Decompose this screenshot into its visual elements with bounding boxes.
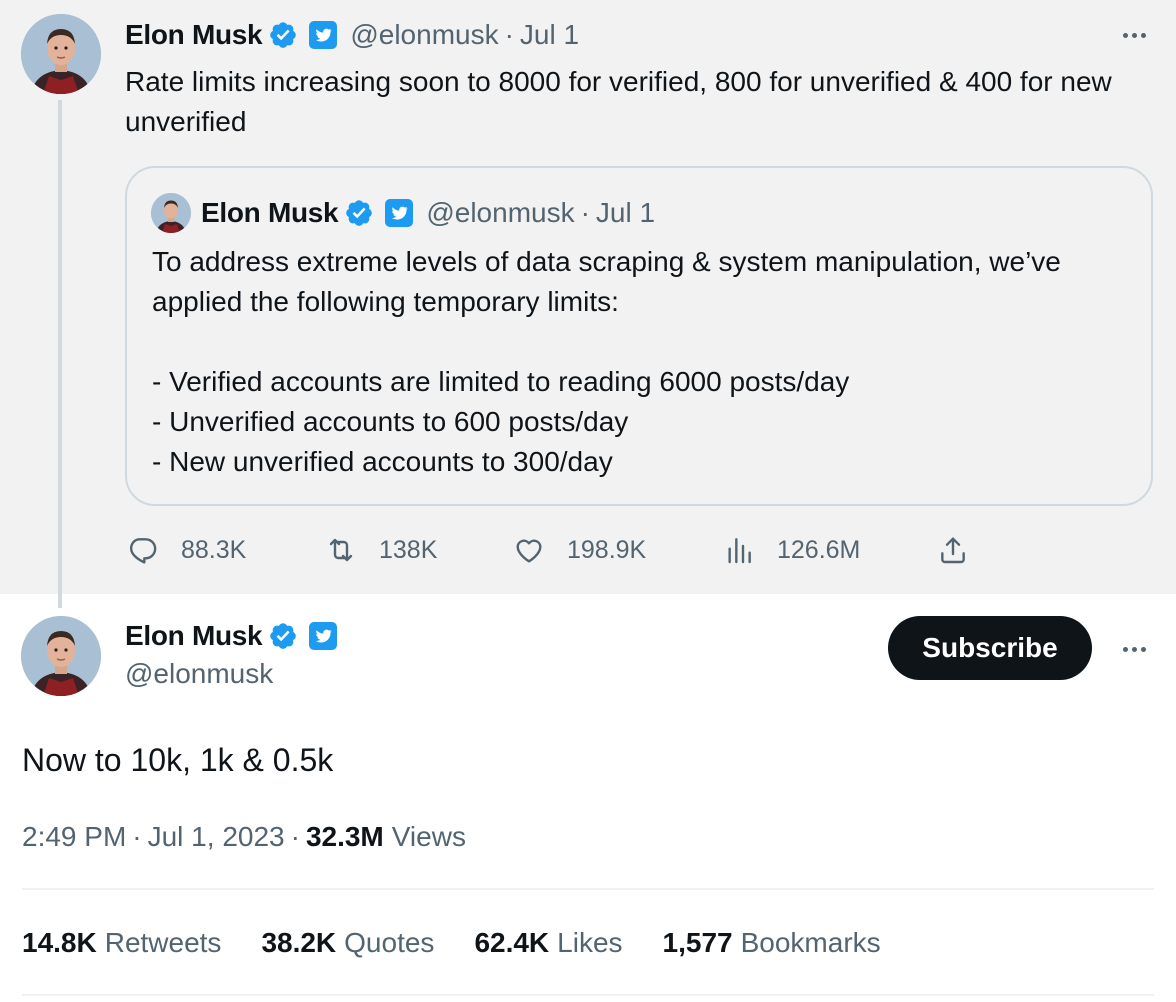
retweet-icon <box>329 538 353 562</box>
separator-dot: · <box>290 821 300 852</box>
like-count: 198.9K <box>567 535 647 564</box>
reply-button[interactable]: 88.3K <box>127 530 246 570</box>
twitter-square-icon <box>308 20 338 50</box>
main-tweet-text: Now to 10k, 1k & 0.5k <box>22 742 334 778</box>
tweet-header: Elon Musk @elonmusk · Jul 1 <box>125 16 579 54</box>
quoted-tweet-date: Jul 1 <box>595 197 656 228</box>
views-button[interactable]: 126.6M <box>723 530 860 570</box>
stat-likes[interactable]: 62.4K Likes <box>474 927 622 959</box>
like-button[interactable]: 198.9K <box>513 530 646 570</box>
quoted-text-line <box>152 322 1142 362</box>
main-tweet-header: Elon Musk @elonmusk <box>125 616 338 690</box>
views-label: Views <box>391 821 466 852</box>
engagement-stats: 14.8K Retweets 38.2K Quotes 62.4K Likes … <box>22 922 921 964</box>
quoted-tweet-header: Elon Musk @elonmusk · Jul 1 <box>151 192 655 234</box>
views-count: 32.3M <box>305 821 384 852</box>
tweet-text: Rate limits increasing soon to 8000 for … <box>125 66 1112 137</box>
author-name[interactable]: Elon Musk <box>125 19 263 51</box>
more-icon[interactable] <box>1114 634 1154 664</box>
stat-label: Quotes <box>344 927 435 958</box>
subscribe-button[interactable]: Subscribe <box>888 616 1092 680</box>
tweet-metadata: 2:49 PM · Jul 1, 2023 · 32.3M Views <box>22 816 466 858</box>
author-handle[interactable]: @elonmusk <box>350 19 498 51</box>
share-button[interactable] <box>937 530 969 570</box>
more-icon[interactable] <box>1114 20 1154 50</box>
divider <box>22 994 1154 996</box>
quoted-text-line: - Unverified accounts to 600 posts/day <box>152 406 629 437</box>
twitter-square-icon <box>308 621 338 651</box>
quoted-tweet-text: To address extreme levels of data scrapi… <box>152 242 1142 482</box>
avatar-image <box>21 616 101 696</box>
avatar[interactable] <box>21 14 101 94</box>
avatar[interactable] <box>21 616 101 696</box>
stat-label: Retweets <box>104 927 222 958</box>
stat-quotes[interactable]: 38.2K Quotes <box>261 927 434 959</box>
reply-icon <box>129 538 157 564</box>
thread-connector-line <box>58 100 62 608</box>
views-count: 126.6M <box>777 535 861 564</box>
verified-badge-icon <box>268 621 298 651</box>
stat-count: 38.2K <box>261 927 337 958</box>
quoted-text-line: - Verified accounts are limited to readi… <box>152 366 850 397</box>
share-icon <box>941 537 965 564</box>
retweet-button[interactable]: 138K <box>325 530 437 570</box>
quoted-tweet-card[interactable]: Elon Musk @elonmusk · Jul 1 To address e… <box>125 166 1153 506</box>
author-handle[interactable]: @elonmusk <box>125 658 338 690</box>
quoted-avatar <box>151 193 191 233</box>
stat-label: Likes <box>557 927 623 958</box>
stat-bookmarks[interactable]: 1,577 Bookmarks <box>663 927 881 959</box>
stat-label: Bookmarks <box>740 927 881 958</box>
tweet-action-bar: 88.3K 138K 198.9K 126.6M <box>125 530 1025 570</box>
retweet-count: 138K <box>379 535 438 564</box>
stat-count: 1,577 <box>662 927 733 958</box>
like-icon <box>516 539 542 563</box>
verified-badge-icon <box>268 20 298 50</box>
separator-dot: · <box>580 197 590 228</box>
twitter-square-icon <box>384 198 414 228</box>
quoted-text-line: To address extreme levels of data scrapi… <box>152 246 1061 317</box>
separator-dot: · <box>132 821 142 852</box>
tweet-date[interactable]: Jul 1 <box>520 19 579 51</box>
tweet-time[interactable]: 2:49 PM <box>22 821 126 853</box>
avatar-image <box>21 14 101 94</box>
avatar-image <box>151 193 191 233</box>
parent-tweet[interactable]: Elon Musk @elonmusk · Jul 1 Rate limits … <box>0 0 1176 608</box>
separator-dot: · <box>504 19 514 50</box>
stat-retweets[interactable]: 14.8K Retweets <box>22 927 221 959</box>
verified-badge-icon <box>344 198 374 228</box>
views-icon <box>728 538 751 564</box>
quoted-author-name: Elon Musk <box>201 197 339 228</box>
reply-count: 88.3K <box>181 535 247 564</box>
divider <box>22 888 1154 890</box>
quoted-author-handle: @elonmusk <box>426 197 575 228</box>
stat-count: 62.4K <box>474 927 550 958</box>
author-name[interactable]: Elon Musk <box>125 620 263 652</box>
quoted-text-line: - New unverified accounts to 300/day <box>152 446 613 477</box>
tweet-date[interactable]: Jul 1, 2023 <box>148 821 285 853</box>
stat-count: 14.8K <box>22 927 97 958</box>
